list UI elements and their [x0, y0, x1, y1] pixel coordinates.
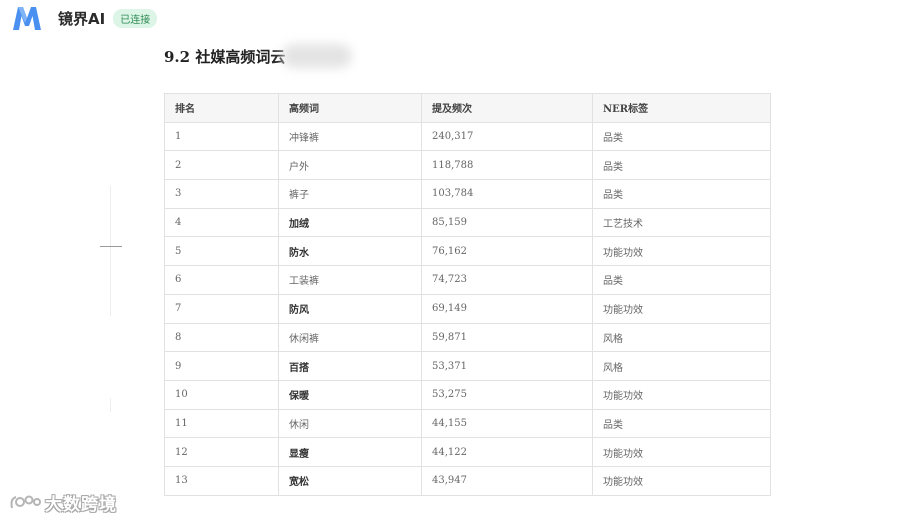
- column-header-rank: 排名: [164, 93, 279, 123]
- cell-word: 显瘦: [278, 437, 422, 467]
- column-header-word: 高频词: [278, 93, 422, 123]
- cell-ner-tag: 功能功效: [592, 379, 771, 410]
- blurred-title-suffix: [282, 44, 352, 68]
- table-row: 6 工装裤 74,723 品类: [164, 265, 771, 295]
- cell-word: 冲锋裤: [278, 121, 422, 152]
- cell-ner-tag: 品类: [592, 408, 771, 439]
- cell-ner-tag: 品类: [592, 121, 771, 152]
- cell-rank: 8: [164, 322, 279, 353]
- table-header-row: 排名 高频词 提及频次 NER标签: [164, 93, 771, 123]
- cell-rank: 11: [164, 408, 279, 439]
- watermark: 大数跨境: [8, 490, 117, 515]
- cell-ner-tag: 功能功效: [592, 236, 771, 267]
- section-title: 9.2 社媒高频词云: [164, 48, 286, 66]
- cell-word: 户外: [278, 150, 422, 181]
- cell-rank: 2: [164, 150, 279, 181]
- side-guide-tick: [100, 246, 122, 247]
- cell-count: 240,317: [421, 121, 593, 152]
- cell-ner-tag: 工艺技术: [592, 207, 771, 238]
- watermark-text: 大数跨境: [45, 495, 117, 515]
- cell-rank: 1: [164, 121, 279, 152]
- cell-rank: 12: [164, 437, 279, 467]
- table-row: 1 冲锋裤 240,317 品类: [164, 121, 771, 152]
- cell-rank: 13: [164, 465, 279, 496]
- table-row: 12 显瘦 44,122 功能功效: [164, 437, 771, 467]
- cell-word: 裤子: [278, 179, 422, 209]
- table-row: 13 宽松 43,947 功能功效: [164, 465, 771, 496]
- cell-count: 118,788: [421, 150, 593, 181]
- cell-rank: 6: [164, 265, 279, 295]
- cell-rank: 5: [164, 236, 279, 267]
- cell-word: 休闲: [278, 408, 422, 439]
- side-guide-mark: [110, 398, 111, 412]
- cell-ner-tag: 风格: [592, 351, 771, 381]
- cell-ner-tag: 功能功效: [592, 293, 771, 324]
- cell-count: 53,275: [421, 379, 593, 410]
- table-row: 8 休闲裤 59,871 风格: [164, 322, 771, 353]
- table-row: 2 户外 118,788 品类: [164, 150, 771, 181]
- cell-word: 百搭: [278, 351, 422, 381]
- cell-word: 加绒: [278, 207, 422, 238]
- brand-logo-icon[interactable]: [10, 4, 44, 32]
- cell-ner-tag: 功能功效: [592, 437, 771, 467]
- app-header: 镜界AI 已连接: [10, 4, 158, 32]
- cell-ner-tag: 风格: [592, 322, 771, 353]
- watermark-logo-icon: [10, 495, 41, 508]
- table-row: 4 加绒 85,159 工艺技术: [164, 207, 771, 238]
- column-header-ner-tag: NER标签: [592, 93, 771, 123]
- cell-count: 85,159: [421, 207, 593, 238]
- cell-count: 103,784: [421, 179, 593, 209]
- cell-word: 防风: [278, 293, 422, 324]
- cell-rank: 7: [164, 293, 279, 324]
- cell-rank: 4: [164, 207, 279, 238]
- cell-ner-tag: 品类: [592, 179, 771, 209]
- cell-count: 76,162: [421, 236, 593, 267]
- cell-word: 工装裤: [278, 265, 422, 295]
- cell-count: 59,871: [421, 322, 593, 353]
- side-guide-line: [110, 186, 111, 316]
- cell-count: 69,149: [421, 293, 593, 324]
- cell-rank: 9: [164, 351, 279, 381]
- cell-count: 74,723: [421, 265, 593, 295]
- cell-word: 保暖: [278, 379, 422, 410]
- table-row: 10 保暖 53,275 功能功效: [164, 379, 771, 410]
- cell-rank: 3: [164, 179, 279, 209]
- table-row: 7 防风 69,149 功能功效: [164, 293, 771, 324]
- connection-status-badge: 已连接: [113, 8, 158, 28]
- cell-word: 休闲裤: [278, 322, 422, 353]
- table-row: 3 裤子 103,784 品类: [164, 179, 771, 209]
- column-header-count: 提及频次: [421, 93, 593, 123]
- table-row: 9 百搭 53,371 风格: [164, 351, 771, 381]
- keyword-frequency-table: 排名 高频词 提及频次 NER标签 1 冲锋裤 240,317 品类 2 户外 118,78…: [164, 93, 771, 496]
- cell-count: 43,947: [421, 465, 593, 496]
- cell-ner-tag: 品类: [592, 265, 771, 295]
- cell-count: 53,371: [421, 351, 593, 381]
- cell-rank: 10: [164, 379, 279, 410]
- cell-word: 宽松: [278, 465, 422, 496]
- cell-count: 44,155: [421, 408, 593, 439]
- cell-count: 44,122: [421, 437, 593, 467]
- table-body: 1 冲锋裤 240,317 品类 2 户外 118,788 品类 3 裤子 103,784 品类 4 加绒…: [164, 121, 771, 496]
- app-name: 镜界AI: [58, 9, 106, 28]
- cell-word: 防水: [278, 236, 422, 267]
- cell-ner-tag: 功能功效: [592, 465, 771, 496]
- table-row: 5 防水 76,162 功能功效: [164, 236, 771, 267]
- cell-ner-tag: 品类: [592, 150, 771, 181]
- table-row: 11 休闲 44,155 品类: [164, 408, 771, 439]
